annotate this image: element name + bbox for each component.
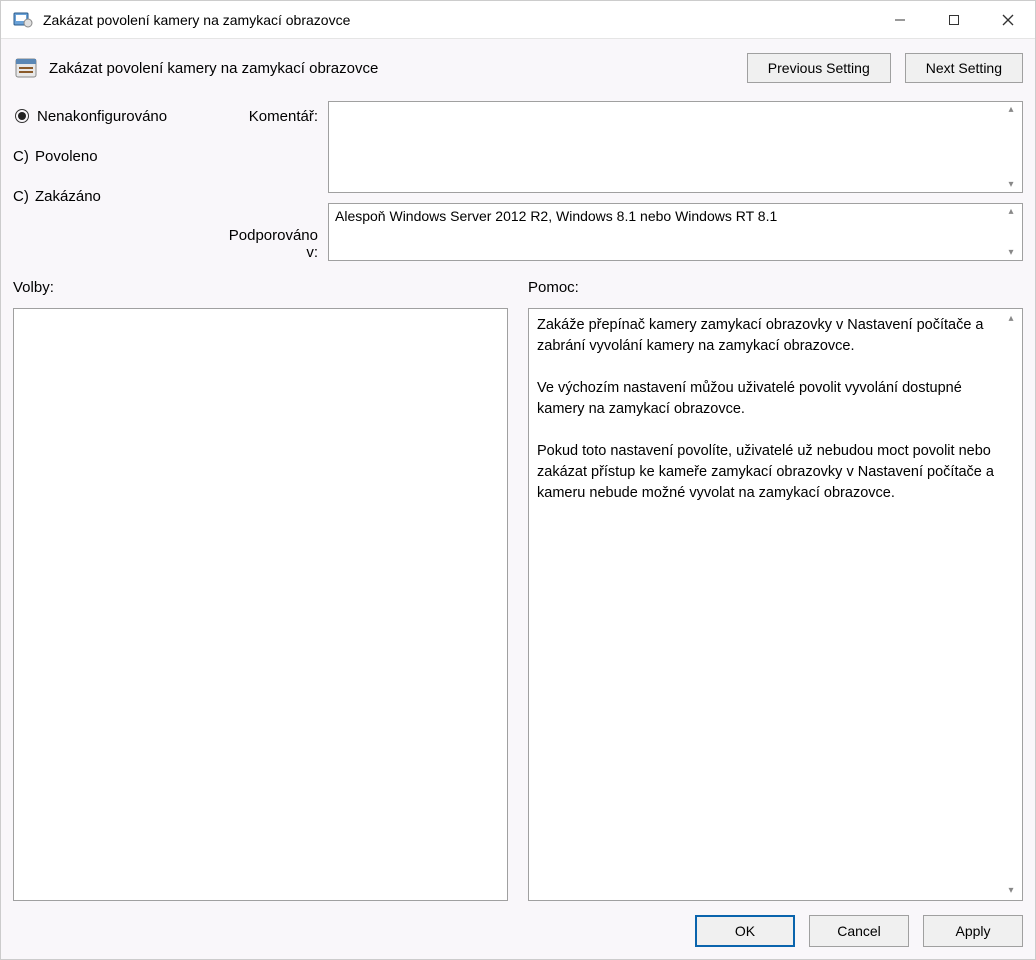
radio-label: Zakázáno — [35, 188, 101, 205]
scrollbar-icon: ▴▾ — [1002, 104, 1020, 190]
help-content: Zakáže přepínač kamery zamykací obrazovk… — [537, 315, 998, 894]
supported-value: Alespoň Windows Server 2012 R2, Windows … — [335, 208, 777, 224]
window-title: Zakázat povolení kamery na zamykací obra… — [43, 12, 873, 28]
help-label: Pomoc: — [528, 279, 1023, 296]
previous-setting-button[interactable]: Previous Setting — [747, 53, 891, 83]
radio-enabled[interactable]: C) Povoleno — [13, 141, 213, 171]
radio-label: Povoleno — [35, 148, 98, 165]
label-column: Komentář: Podporováno v: — [213, 101, 328, 261]
panes-row: Zakáže přepínač kamery zamykací obrazovk… — [13, 308, 1023, 901]
options-pane — [13, 308, 508, 901]
supported-label: Podporováno v: — [213, 227, 318, 261]
dialog-body: Zakázat povolení kamery na zamykací obra… — [1, 39, 1035, 959]
options-content — [22, 315, 483, 894]
radio-not-configured[interactable]: Nenakonfigurováno — [13, 101, 213, 131]
header-row: Zakázat povolení kamery na zamykací obra… — [13, 47, 1023, 93]
maximize-button[interactable] — [927, 1, 981, 39]
policy-icon — [13, 55, 39, 81]
apply-button[interactable]: Apply — [923, 915, 1023, 947]
next-setting-button[interactable]: Next Setting — [905, 53, 1023, 83]
comment-field[interactable]: ▴▾ — [328, 101, 1023, 193]
scrollbar-icon: ▴▾ — [1002, 206, 1020, 258]
titlebar: Zakázat povolení kamery na zamykací obra… — [1, 1, 1035, 39]
field-column: ▴▾ Alespoň Windows Server 2012 R2, Windo… — [328, 101, 1023, 261]
radio-mark-icon — [15, 109, 29, 123]
scrollbar-icon[interactable]: ▴▾ — [1002, 313, 1020, 896]
supported-field: Alespoň Windows Server 2012 R2, Windows … — [328, 203, 1023, 261]
config-row: Nenakonfigurováno C) Povoleno C) Zakázán… — [13, 101, 1023, 261]
close-button[interactable] — [981, 1, 1035, 39]
policy-dialog: Zakázat povolení kamery na zamykací obra… — [0, 0, 1036, 960]
options-label: Volby: — [13, 279, 508, 296]
footer-row: OK Cancel Apply — [13, 901, 1023, 947]
help-pane: Zakáže přepínač kamery zamykací obrazovk… — [528, 308, 1023, 901]
radio-column: Nenakonfigurováno C) Povoleno C) Zakázán… — [13, 101, 213, 261]
mid-labels-row: Volby: Pomoc: — [13, 279, 1023, 304]
radio-label: Nenakonfigurováno — [37, 108, 167, 125]
radio-disabled[interactable]: C) Zakázáno — [13, 181, 213, 211]
cancel-button[interactable]: Cancel — [809, 915, 909, 947]
radio-prefix: C) — [13, 148, 35, 165]
comment-label: Komentář: — [249, 108, 318, 125]
app-icon — [11, 8, 35, 32]
minimize-button[interactable] — [873, 1, 927, 39]
ok-button[interactable]: OK — [695, 915, 795, 947]
radio-prefix: C) — [13, 188, 35, 205]
policy-title: Zakázat povolení kamery na zamykací obra… — [49, 60, 733, 77]
